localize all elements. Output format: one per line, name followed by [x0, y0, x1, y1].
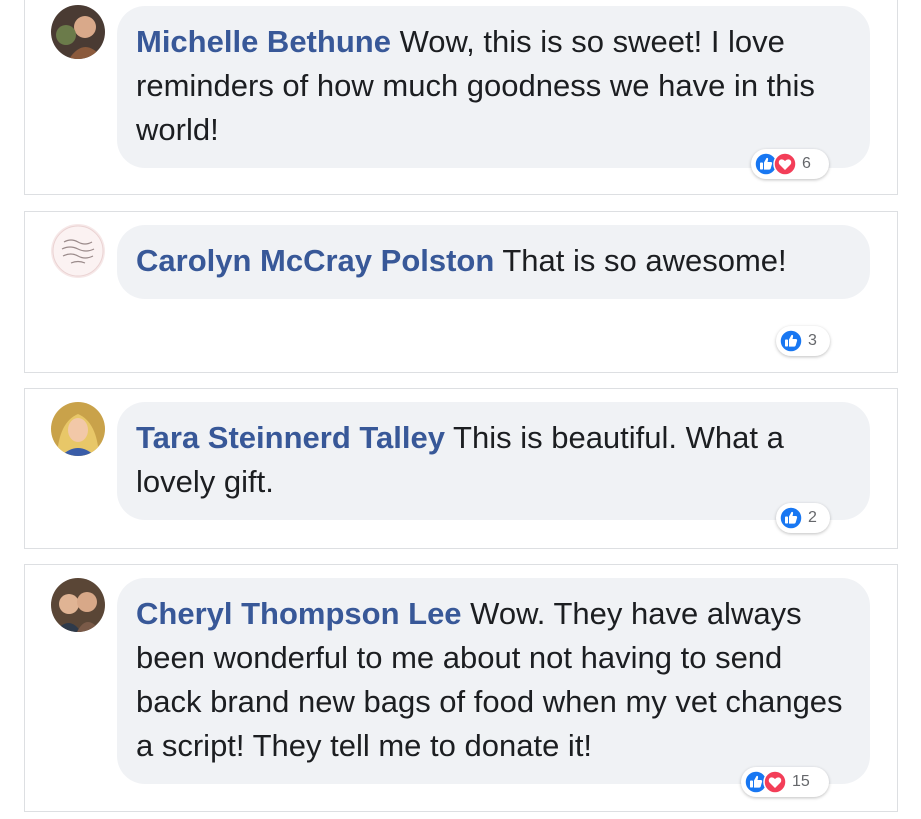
- comment-card: Carolyn McCray Polston That is so awesom…: [24, 211, 898, 373]
- reaction-summary[interactable]: 3: [776, 326, 830, 356]
- avatar[interactable]: [51, 224, 105, 278]
- comment-author[interactable]: Michelle Bethune: [136, 24, 391, 59]
- love-icon: [763, 770, 787, 794]
- comment-author[interactable]: Cheryl Thompson Lee: [136, 596, 462, 631]
- comment-author[interactable]: Carolyn McCray Polston: [136, 243, 494, 278]
- comment-card: Tara Steinnerd Talley This is beautiful.…: [24, 388, 898, 549]
- comment-bubble: Tara Steinnerd Talley This is beautiful.…: [117, 402, 870, 520]
- reaction-summary[interactable]: 15: [741, 767, 829, 797]
- comment-text: That is so awesome!: [502, 243, 787, 278]
- avatar[interactable]: [51, 402, 105, 456]
- comment-card: Michelle Bethune Wow, this is so sweet! …: [24, 0, 898, 195]
- love-icon: [773, 152, 797, 176]
- reaction-count: 2: [808, 509, 817, 526]
- like-icon: [779, 506, 803, 530]
- comment-author[interactable]: Tara Steinnerd Talley: [136, 420, 445, 455]
- comment-bubble: Cheryl Thompson Lee Wow. They have alway…: [117, 578, 870, 784]
- reaction-summary[interactable]: 2: [776, 503, 830, 533]
- reaction-summary[interactable]: 6: [751, 149, 829, 179]
- avatar[interactable]: [51, 578, 105, 632]
- comment-bubble: Carolyn McCray Polston That is so awesom…: [117, 225, 870, 299]
- comment-bubble: Michelle Bethune Wow, this is so sweet! …: [117, 6, 870, 168]
- avatar[interactable]: [51, 5, 105, 59]
- like-icon: [779, 329, 803, 353]
- reaction-count: 15: [792, 773, 810, 790]
- reaction-count: 6: [802, 155, 811, 172]
- comment-card: Cheryl Thompson Lee Wow. They have alway…: [24, 564, 898, 812]
- reaction-count: 3: [808, 332, 817, 349]
